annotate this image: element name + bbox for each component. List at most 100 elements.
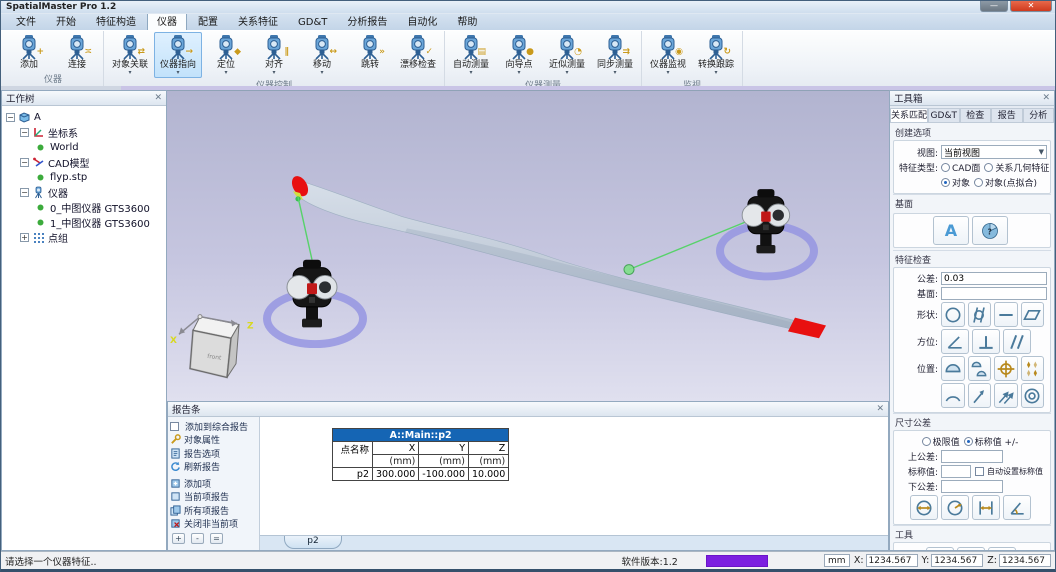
tree-node-instrument-0[interactable]: 0_中图仪器 GTS3600 xyxy=(6,200,166,215)
proximity-measure-button[interactable]: ◔ 近似测量 ▾ xyxy=(543,32,591,78)
expand-icon[interactable]: + xyxy=(20,233,29,242)
guide-point-button[interactable]: ● 向导点 ▾ xyxy=(495,32,543,78)
menu-automation[interactable]: 自动化 xyxy=(398,12,446,30)
relation-key-button[interactable] xyxy=(988,547,1016,550)
instrument-point-button[interactable]: → 仪器指向 ▾ xyxy=(154,32,202,78)
symmetry-button[interactable] xyxy=(1021,356,1045,381)
add-instrument-button[interactable]: + 添加 xyxy=(5,32,53,71)
chevron-down-icon[interactable]: ▾ xyxy=(272,70,275,77)
menu-file[interactable]: 文件 xyxy=(7,12,45,30)
move-button[interactable]: ↔ 移动 ▾ xyxy=(298,32,346,78)
chevron-down-icon[interactable]: ▾ xyxy=(517,70,520,77)
report-options-command[interactable]: 报告选项 xyxy=(170,447,257,460)
expand-all-button[interactable]: + xyxy=(172,533,185,544)
collapse-all-button[interactable]: - xyxy=(191,533,204,544)
3d-viewport[interactable]: front Z X xyxy=(167,90,889,401)
measure-point-p2[interactable] xyxy=(624,265,634,275)
chevron-down-icon[interactable]: ▾ xyxy=(613,70,616,77)
tree-node-flyp[interactable]: flyp.stp xyxy=(6,170,166,185)
chevron-down-icon[interactable]: ▾ xyxy=(176,70,179,77)
arc-button[interactable] xyxy=(941,383,965,408)
angularity-button[interactable] xyxy=(941,329,969,354)
tree-node-pointgroup[interactable]: + 点组 xyxy=(6,230,166,245)
menu-relation-feature[interactable]: 关系特征 xyxy=(229,12,287,30)
chevron-down-icon[interactable]: ▾ xyxy=(128,70,131,77)
diameter-button[interactable] xyxy=(910,495,938,520)
chevron-down-icon[interactable]: ▾ xyxy=(666,70,669,77)
straightness-button[interactable] xyxy=(994,302,1018,327)
checkbox[interactable] xyxy=(170,422,179,431)
total-station-right[interactable] xyxy=(742,189,790,253)
radio-cad-face[interactable] xyxy=(941,163,950,172)
tab-gdt[interactable]: GD&T xyxy=(928,108,960,122)
chevron-down-icon[interactable]: ▾ xyxy=(224,70,227,77)
tab-analysis[interactable]: 分析 xyxy=(1023,108,1055,122)
tab-check[interactable]: 检查 xyxy=(960,108,992,122)
chevron-down-icon[interactable]: ▾ xyxy=(714,70,717,77)
minimize-button[interactable]: — xyxy=(980,1,1008,12)
tab-report[interactable]: 报告 xyxy=(991,108,1023,122)
collapse-icon[interactable]: − xyxy=(20,128,29,137)
menu-help[interactable]: 帮助 xyxy=(448,12,486,30)
auto-measure-button[interactable]: ▤ 自动测量 ▾ xyxy=(447,32,495,78)
circularity-button[interactable] xyxy=(941,302,965,327)
menu-config[interactable]: 配置 xyxy=(189,12,227,30)
radio-limit-value[interactable] xyxy=(922,437,931,446)
radio-relation-geom[interactable] xyxy=(984,163,993,172)
connect-button[interactable]: ≍ 连接 xyxy=(53,32,101,71)
tree-node-world[interactable]: World xyxy=(6,140,166,155)
radio-object-fit[interactable] xyxy=(974,178,983,187)
add-item-command[interactable]: 添加项 xyxy=(170,477,257,490)
chevron-down-icon[interactable]: ▾ xyxy=(565,70,568,77)
radio-nominal-value[interactable] xyxy=(964,437,973,446)
refresh-report-command[interactable]: 刷新报告 xyxy=(170,460,257,473)
collapse-icon[interactable]: − xyxy=(6,113,15,122)
auto-nominal-checkbox[interactable] xyxy=(975,467,984,476)
tree-node-root[interactable]: − A xyxy=(6,110,166,125)
equal-button[interactable]: = xyxy=(210,533,223,544)
collapse-icon[interactable]: − xyxy=(20,188,29,197)
menu-analysis-report[interactable]: 分析报告 xyxy=(338,12,396,30)
close-noncurrent-command[interactable]: 关闭非当前项 xyxy=(170,517,257,530)
tab-relation-match[interactable]: 关系匹配 xyxy=(890,108,928,122)
navigation-cube[interactable]: front Z X xyxy=(170,315,254,378)
cylindricity-button[interactable] xyxy=(968,302,992,327)
edit-button[interactable] xyxy=(926,547,954,550)
close-icon[interactable]: ✕ xyxy=(154,93,162,103)
datum-input[interactable] xyxy=(941,287,1047,300)
chevron-down-icon[interactable]: ▾ xyxy=(320,70,323,77)
chevron-down-icon[interactable]: ▾ xyxy=(469,70,472,77)
current-item-report-command[interactable]: 当前项报告 xyxy=(170,490,257,503)
tolerance-input[interactable] xyxy=(941,272,1047,285)
position-button[interactable] xyxy=(994,356,1018,381)
total-runout-button[interactable] xyxy=(994,383,1018,408)
parallelism-button[interactable] xyxy=(1003,329,1031,354)
close-button[interactable]: ✕ xyxy=(1010,1,1052,12)
perpendicularity-button[interactable] xyxy=(972,329,1000,354)
tree-node-instrument-1[interactable]: 1_中图仪器 GTS3600 xyxy=(6,215,166,230)
all-items-report-command[interactable]: 所有项报告 xyxy=(170,503,257,516)
datum-a-button[interactable]: A xyxy=(933,216,969,245)
menu-start[interactable]: 开始 xyxy=(47,12,85,30)
sync-measure-button[interactable]: ⇉ 同步测量 ▾ xyxy=(591,32,639,78)
datum-pie-button[interactable]: ? xyxy=(972,216,1008,245)
upper-tol-input[interactable] xyxy=(941,450,1003,463)
radio-object[interactable] xyxy=(941,178,950,187)
total-station-left[interactable] xyxy=(287,260,337,328)
profile-surface-button[interactable] xyxy=(941,356,965,381)
concentricity-button[interactable] xyxy=(1021,383,1045,408)
close-icon[interactable]: ✕ xyxy=(1042,93,1050,103)
tree-node-instruments[interactable]: − 仪器 xyxy=(6,185,166,200)
add-to-summary-report-checkbox[interactable]: 添加到综合报告 xyxy=(170,420,257,433)
transform-track-button[interactable]: ↻ 转换跟踪 ▾ xyxy=(692,32,740,78)
view-select[interactable]: 当前视图 ▼ xyxy=(941,145,1047,159)
flatness-button[interactable] xyxy=(1021,302,1045,327)
menu-gdt[interactable]: GD&T xyxy=(289,16,336,30)
tree-node-cadmodel[interactable]: − CAD模型 xyxy=(6,155,166,170)
radius-button[interactable] xyxy=(941,495,969,520)
drift-check-button[interactable]: ✓ 漂移检查 xyxy=(394,32,442,71)
distance-button[interactable] xyxy=(972,495,1000,520)
lower-tol-input[interactable] xyxy=(941,480,1003,493)
circular-runout-button[interactable] xyxy=(968,383,992,408)
tree-node-coordsys[interactable]: − 坐标系 xyxy=(6,125,166,140)
